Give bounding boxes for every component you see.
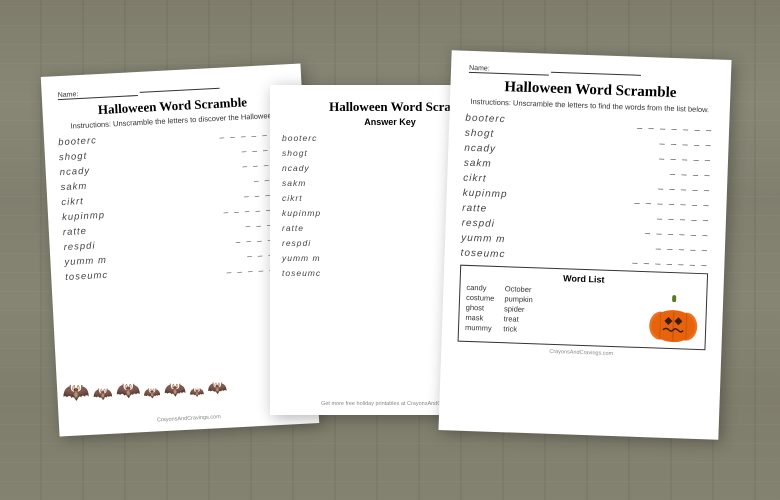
scramble-rows-right: booterc _ _ _ _ _ _ _ shogt _ _ _ _ _ nc… [460, 113, 713, 268]
paper-right: Name: Halloween Word Scramble Instructio… [438, 50, 731, 440]
bat-icon: 🦇 [163, 379, 186, 401]
papers-container: Name: Halloween Word Scramble Instructio… [20, 20, 760, 480]
word-list-box: Word List candy costume ghost mask mummy… [458, 264, 709, 350]
bat-icon: 🦇 [92, 384, 113, 405]
bat-icon: 🦇 [207, 378, 228, 399]
word-list-grid: candy costume ghost mask mummy October p… [465, 283, 533, 334]
word-list-col1: candy costume ghost mask mummy [465, 283, 495, 333]
bat-icon: 🦇 [62, 379, 91, 406]
bat-icon: 🦇 [143, 384, 161, 402]
scramble-rows-left: booterc _ _ _ _ _ _ _ shogt _ _ _ _ _ nc… [58, 125, 297, 283]
pumpkin-icon [647, 291, 701, 345]
bat-icon: 🦇 [115, 377, 141, 403]
word-list-col2: October pumpkin spider treat trick [503, 284, 533, 334]
bat-icon: 🦇 [189, 385, 205, 400]
